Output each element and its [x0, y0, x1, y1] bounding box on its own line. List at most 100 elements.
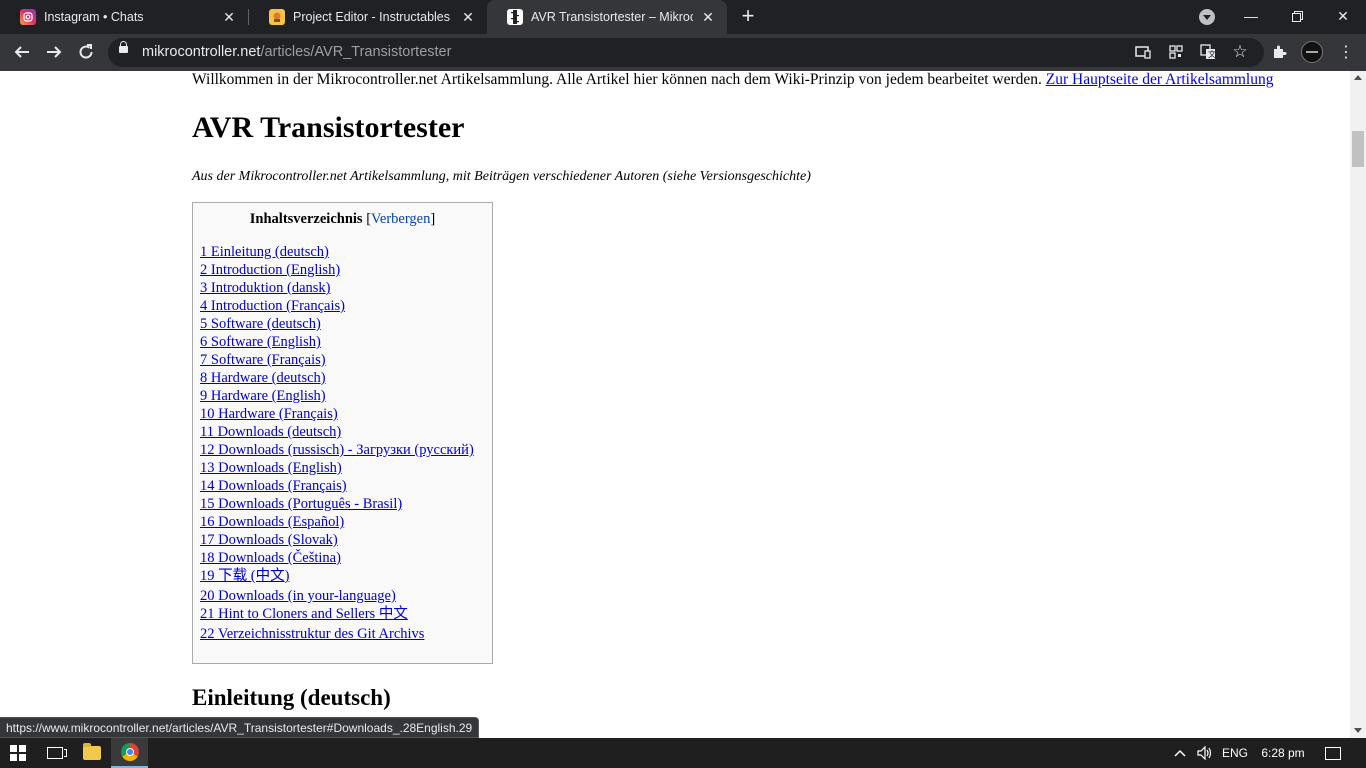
toc-link[interactable]: 7 Software (Français) — [200, 352, 326, 368]
welcome-notice: Willkommen in der Mikrocontroller.net Ar… — [192, 71, 1274, 89]
file-explorer-button[interactable] — [74, 738, 110, 768]
toc-toggle-link[interactable]: Verbergen — [371, 211, 430, 227]
chrome-taskbar-button[interactable] — [111, 738, 148, 768]
toc-link[interactable]: 3 Introduktion (dansk) — [200, 280, 330, 296]
toc-item: 1 Einleitung (deutsch) — [200, 243, 474, 261]
toc-link[interactable]: 4 Introduction (Français) — [200, 298, 345, 314]
toc-item: 16 Downloads (Español) — [200, 513, 474, 531]
tab-title: Instagram • Chats — [44, 10, 144, 24]
forward-button[interactable] — [41, 39, 67, 65]
input-language-indicator[interactable]: ENG — [1219, 738, 1251, 768]
toc-item: 2 Introduction (English) — [200, 261, 474, 279]
task-view-button[interactable] — [37, 738, 73, 768]
chrome-icon — [120, 743, 139, 761]
notification-icon — [1325, 746, 1341, 760]
toc-link[interactable]: 11 Downloads (deutsch) — [200, 424, 341, 440]
chevron-up-icon — [1174, 749, 1186, 757]
toc-item: 7 Software (Français) — [200, 351, 474, 369]
close-tab-icon[interactable]: ✕ — [699, 8, 717, 26]
extensions-icon[interactable] — [1270, 43, 1288, 61]
toc-item: 18 Downloads (Čeština) — [200, 549, 474, 567]
toc-link[interactable]: 6 Software (English) — [200, 334, 321, 350]
toc-link[interactable]: 21 Hint to Cloners and Sellers 中文 — [200, 606, 408, 622]
scrollbar-thumb[interactable] — [1352, 131, 1364, 167]
toc-link[interactable]: 2 Introduction (English) — [200, 262, 340, 278]
tab-instructables[interactable]: Project Editor - Instructables ✕ — [249, 0, 487, 34]
vertical-scrollbar[interactable] — [1350, 71, 1366, 738]
url-text[interactable]: mikrocontroller.net/articles/AVR_Transis… — [142, 44, 451, 60]
speaker-icon — [1197, 746, 1212, 760]
more-menu-icon[interactable]: ⋮ — [1337, 43, 1355, 61]
toc-list: 1 Einleitung (deutsch) 2 Introduction (E… — [200, 243, 474, 643]
tab-search-icon[interactable] — [1199, 9, 1215, 25]
svg-text:文: 文 — [1208, 49, 1216, 59]
toc-link[interactable]: 5 Software (deutsch) — [200, 316, 321, 332]
toc-item: 22 Verzeichnisstruktur des Git Archivs — [200, 625, 474, 643]
show-hidden-icons-button[interactable] — [1171, 738, 1189, 768]
instagram-icon — [20, 9, 36, 25]
toc-item: 17 Downloads (Slovak) — [200, 531, 474, 549]
toc-link[interactable]: 18 Downloads (Čeština) — [200, 550, 341, 566]
toc-heading: Inhaltsverzeichnis — [249, 211, 363, 227]
main-page-link[interactable]: Zur Hauptseite der Artikelsammlung — [1046, 71, 1274, 88]
close-tab-icon[interactable]: ✕ — [459, 8, 477, 26]
toc-link[interactable]: 1 Einleitung (deutsch) — [200, 244, 329, 260]
page-content: Willkommen in der Mikrocontroller.net Ar… — [0, 71, 1350, 738]
toc-item: 8 Hardware (deutsch) — [200, 369, 474, 387]
new-tab-button[interactable]: + — [738, 5, 758, 27]
url-host: mikrocontroller.net — [142, 44, 261, 60]
toc-item: 19 下载 (中文) — [200, 567, 474, 587]
page-icon — [507, 9, 523, 25]
toc-link[interactable]: 13 Downloads (English) — [200, 460, 342, 476]
address-bar[interactable]: mikrocontroller.net/articles/AVR_Transis… — [108, 38, 1264, 67]
toc-link[interactable]: 22 Verzeichnisstruktur des Git Archivs — [200, 626, 424, 642]
qr-code-icon[interactable] — [1167, 43, 1185, 61]
tab-instagram[interactable]: Instagram • Chats ✕ — [0, 0, 248, 34]
browser-toolbar: mikrocontroller.net/articles/AVR_Transis… — [0, 34, 1366, 72]
close-tab-icon[interactable]: ✕ — [220, 8, 238, 26]
page-title: AVR Transistortester — [192, 111, 465, 144]
tab-title: AVR Transistortester – Mikrocontroller.n… — [531, 10, 693, 24]
windows-taskbar: ENG 6:28 pm — [0, 738, 1366, 768]
restore-button[interactable] — [1274, 0, 1320, 32]
toc-link[interactable]: 15 Downloads (Português - Brasil) — [200, 496, 402, 512]
volume-button[interactable] — [1194, 738, 1216, 768]
start-button[interactable] — [0, 738, 36, 768]
toc-link[interactable]: 9 Hardware (English) — [200, 388, 326, 404]
section-heading: Einleitung (deutsch) — [192, 685, 391, 710]
toc-item: 9 Hardware (English) — [200, 387, 474, 405]
link-status-bubble: https://www.mikrocontroller.net/articles… — [0, 717, 480, 738]
toc-link[interactable]: 17 Downloads (Slovak) — [200, 532, 338, 548]
toc-item: 20 Downloads (in your-language) — [200, 587, 474, 605]
toc-item: 13 Downloads (English) — [200, 459, 474, 477]
toc-link[interactable]: 10 Hardware (Français) — [200, 406, 338, 422]
profile-avatar[interactable] — [1301, 41, 1323, 63]
bookmark-star-icon[interactable]: ☆ — [1231, 42, 1249, 61]
back-arrow-icon — [14, 46, 29, 58]
restore-icon — [1291, 10, 1303, 22]
toc-link[interactable]: 19 下载 (中文) — [200, 568, 289, 584]
toc-link[interactable]: 14 Downloads (Français) — [200, 478, 347, 494]
toc-link[interactable]: 12 Downloads (russisch) - Загрузки (русс… — [200, 442, 474, 458]
scroll-down-arrow-icon[interactable] — [1354, 728, 1362, 733]
toc-item: 21 Hint to Cloners and Sellers 中文 — [200, 605, 474, 625]
tab-title: Project Editor - Instructables — [293, 10, 451, 24]
cast-icon[interactable] — [1134, 43, 1152, 61]
toc-link[interactable]: 20 Downloads (in your-language) — [200, 588, 396, 604]
welcome-text: Willkommen in der Mikrocontroller.net Ar… — [192, 71, 1046, 88]
close-window-button[interactable]: ✕ — [1320, 0, 1366, 32]
action-center-button[interactable] — [1318, 738, 1348, 768]
instructables-icon — [269, 9, 285, 25]
lock-icon[interactable] — [119, 41, 128, 53]
minimize-button[interactable]: ― — [1228, 0, 1274, 32]
system-clock[interactable]: 6:28 pm — [1256, 738, 1310, 768]
toc-link[interactable]: 16 Downloads (Español) — [200, 514, 344, 530]
scroll-up-arrow-icon[interactable] — [1354, 75, 1362, 80]
tab-avr-transistortester[interactable]: AVR Transistortester – Mikrocontroller.n… — [487, 0, 727, 34]
reload-icon — [79, 44, 93, 59]
translate-icon[interactable]: 文 — [1199, 43, 1217, 61]
reload-button[interactable] — [73, 39, 99, 65]
toc-link[interactable]: 8 Hardware (deutsch) — [200, 370, 326, 386]
back-button[interactable] — [9, 39, 35, 65]
toc-item: 11 Downloads (deutsch) — [200, 423, 474, 441]
